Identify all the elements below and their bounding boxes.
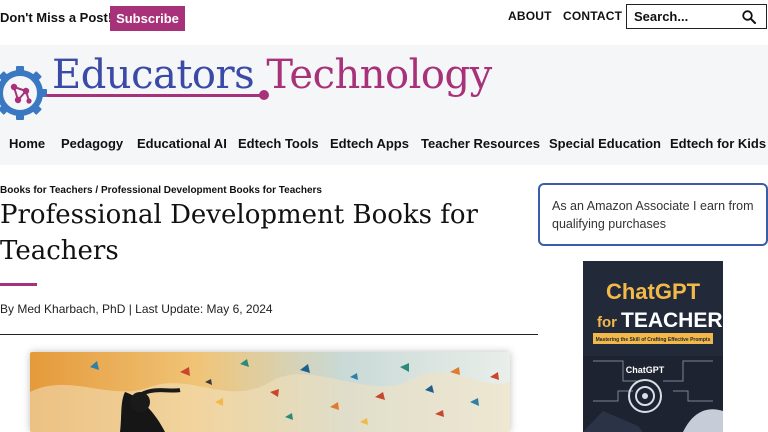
breadcrumb-link-books-for-teachers[interactable]: Books for Teachers [0,185,93,196]
gear-network-logo-icon[interactable] [0,62,50,124]
about-link[interactable]: ABOUT [508,9,552,23]
nav-item-edtech-tools[interactable]: Edtech Tools [238,136,319,151]
search-icon[interactable] [742,10,756,24]
book-subtitle: Mastering the Skill of Crafting Effectiv… [596,337,711,343]
nav-item-teacher-resources[interactable]: Teacher Resources [421,136,540,151]
main-nav: Home Pedagogy Educational AI Edtech Tool… [0,128,768,158]
book-cover-ad[interactable]: ChatGPT for TEACHERS Mastering the Skill… [583,261,723,432]
page-title: Professional Development Books for Teach… [0,200,478,266]
nav-item-special-education[interactable]: Special Education [549,136,661,151]
nav-item-edtech-apps[interactable]: Edtech Apps [330,136,409,151]
affiliate-disclosure: As an Amazon Associate I earn from quali… [538,183,768,246]
subscribe-button[interactable]: Subscribe [110,6,185,31]
book-title-line-3: TEACHERS [621,309,723,332]
featured-image [30,352,510,432]
logo-word-technology: Technology [266,52,492,98]
title-accent-bar [0,283,37,286]
content-divider [0,334,538,335]
nav-item-pedagogy[interactable]: Pedagogy [61,136,123,151]
byline: By Med Kharbach, PhD | Last Update: May … [0,302,273,316]
search-box [626,4,767,29]
logo-dot [259,90,269,100]
breadcrumb: Books for Teachers / Professional Develo… [0,185,322,196]
book-title-line-1: ChatGPT [606,279,701,304]
newsletter-prompt: Don't Miss a Post! [0,10,113,25]
book-badge: ChatGPT [626,365,665,375]
logo-underline [46,94,264,97]
top-bar: Don't Miss a Post! Subscribe ABOUT CONTA… [0,0,768,36]
nav-item-home[interactable]: Home [9,136,45,151]
logo-word-educators: Educators [52,52,255,98]
search-input[interactable] [627,5,737,28]
breadcrumb-separator: / [95,185,99,196]
nav-item-edtech-for-kids[interactable]: Edtech for Kids [670,136,766,151]
breadcrumb-current: Professional Development Books for Teach… [100,185,322,196]
contact-link[interactable]: CONTACT [563,9,622,23]
nav-item-educational-ai[interactable]: Educational AI [137,136,227,151]
book-title-line-2: for [597,314,617,331]
